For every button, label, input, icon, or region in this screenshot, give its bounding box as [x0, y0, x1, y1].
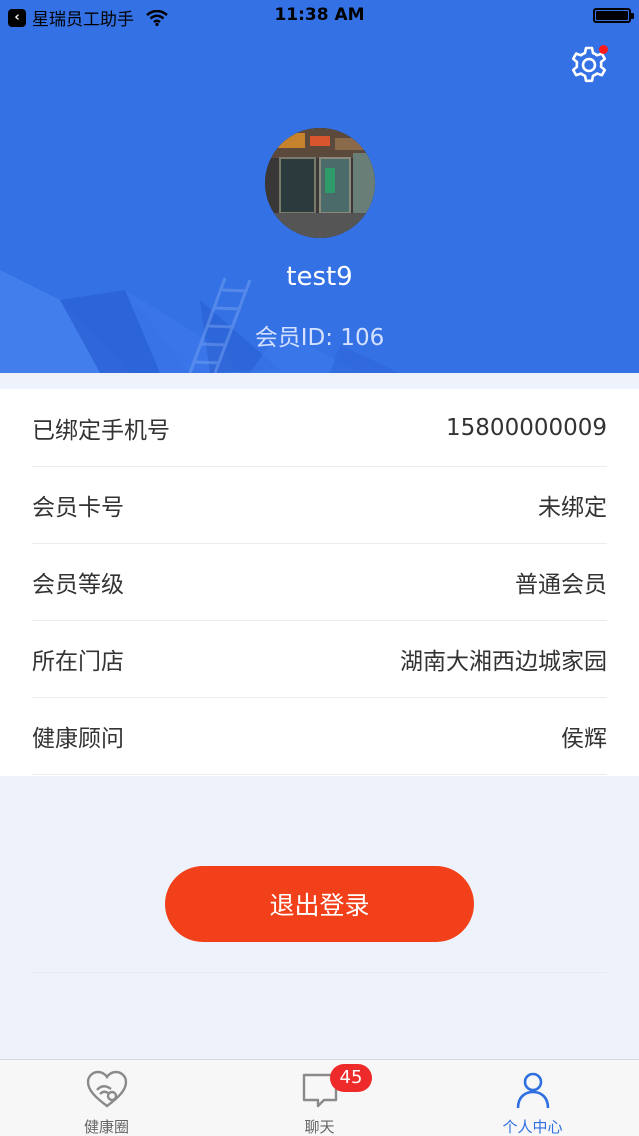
member-level-label: 会员等级 — [32, 571, 124, 598]
health-advisor-label: 健康顾问 — [32, 725, 124, 752]
store-label: 所在门店 — [32, 648, 124, 675]
info-row-card-number[interactable]: 会员卡号 未绑定 — [32, 466, 607, 544]
phone-value: 15800000009 — [446, 414, 607, 441]
tab-personal-center-label: 个人中心 — [502, 1118, 563, 1136]
info-row-phone[interactable]: 已绑定手机号 15800000009 — [32, 389, 607, 467]
battery-icon — [593, 8, 634, 23]
notification-dot — [599, 45, 608, 54]
store-value: 湖南大湘西边城家园 — [400, 648, 607, 675]
divider — [32, 972, 607, 973]
tab-chat[interactable]: 聊天 — [213, 1060, 426, 1136]
tab-personal-center[interactable]: 个人中心 — [426, 1060, 639, 1136]
status-time: 11:38 AM — [274, 5, 365, 25]
info-row-health-advisor[interactable]: 健康顾问 侯辉 — [32, 697, 607, 775]
tab-health-circle[interactable]: 健康圈 — [0, 1060, 213, 1136]
status-bar: ‹ 星瑞员工助手 11:38 AM — [0, 0, 639, 32]
logout-button[interactable]: 退出登录 — [165, 866, 474, 942]
phone-label: 已绑定手机号 — [32, 417, 170, 444]
card-number-value: 未绑定 — [538, 494, 607, 521]
health-circle-icon — [86, 1070, 127, 1108]
info-row-member-level[interactable]: 会员等级 普通会员 — [32, 543, 607, 621]
member-level-value: 普通会员 — [515, 571, 607, 598]
tab-health-circle-label: 健康圈 — [83, 1118, 129, 1136]
health-advisor-value: 侯辉 — [561, 725, 607, 752]
info-row-store[interactable]: 所在门店 湖南大湘西边城家园 — [32, 620, 607, 698]
username: test9 — [286, 262, 353, 292]
settings-button[interactable] — [566, 42, 612, 88]
avatar[interactable] — [265, 128, 375, 238]
avatar-photo — [265, 128, 375, 238]
person-icon — [516, 1072, 549, 1109]
member-info-list: 已绑定手机号 15800000009 会员卡号 未绑定 会员等级 普通会员 所在… — [0, 389, 639, 776]
profile-header: ‹ 星瑞员工助手 11:38 AM test9 会员ID: 106 — [0, 0, 639, 373]
tab-chat-label: 聊天 — [304, 1118, 335, 1136]
card-number-label: 会员卡号 — [32, 494, 124, 521]
member-id: 会员ID: 106 — [254, 325, 385, 351]
profile-screen: ‹ 星瑞员工助手 11:38 AM test9 会员ID: 106 已绑定手机号… — [0, 0, 639, 1136]
chat-unread-badge: 45 — [330, 1064, 372, 1092]
tab-bar: 健康圈 聊天 个人中心 — [0, 1059, 639, 1136]
